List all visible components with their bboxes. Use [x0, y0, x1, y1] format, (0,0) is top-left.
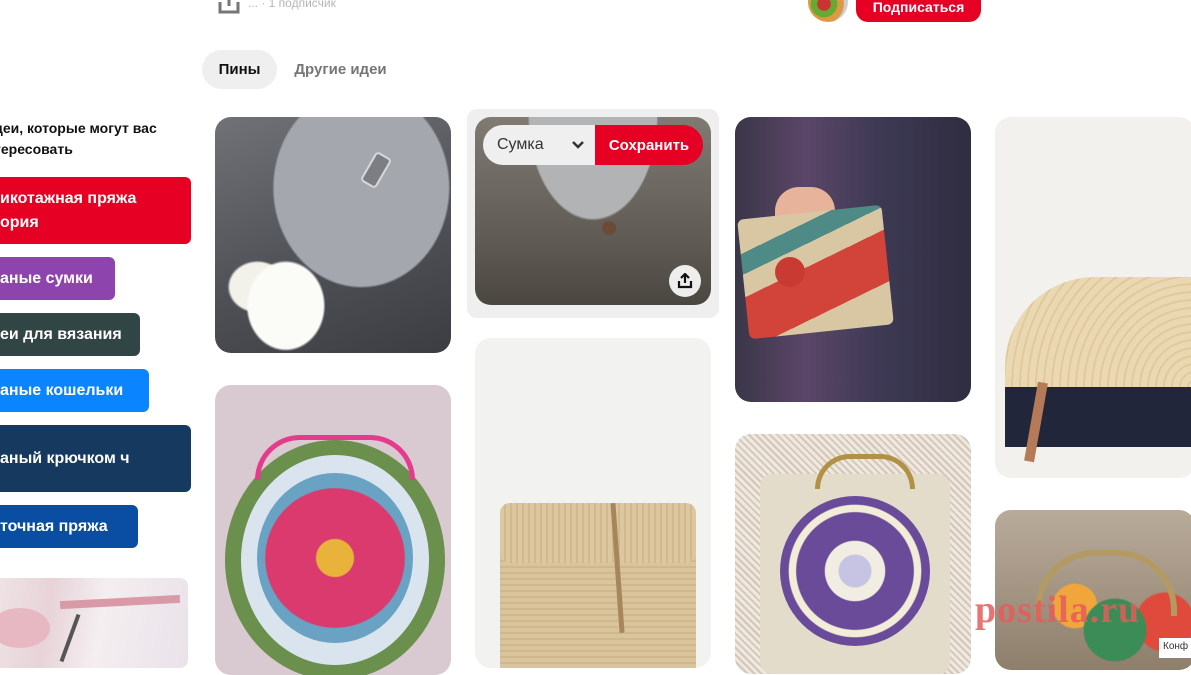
watermark: postila.ru — [975, 589, 1141, 631]
sidebar-thumbnail[interactable] — [0, 578, 188, 668]
knit-stripe — [59, 594, 181, 610]
pompom — [775, 257, 805, 287]
corner-label[interactable]: Конф — [1159, 638, 1191, 658]
clutch-flap — [1005, 277, 1191, 387]
chip-label: икотажная пряжа ория — [0, 189, 137, 231]
save-button[interactable]: Сохранить — [595, 125, 703, 165]
chip-label: аные сумки — [0, 269, 93, 287]
pin-raffia-clutch[interactable] — [735, 117, 971, 402]
chip-label: точная пряжа — [0, 517, 108, 535]
clutch — [737, 204, 894, 340]
sidebar-chip-knit-bags[interactable]: аные сумки — [0, 257, 115, 300]
tab-more-ideas[interactable]: Другие идеи — [283, 50, 398, 89]
sidebar-chip-knit-wallets[interactable]: аные кошельки — [0, 369, 149, 412]
pin-grey-crochet-clutch[interactable] — [215, 117, 451, 353]
pin-straw-clutch[interactable] — [995, 117, 1191, 478]
chip-label: аный крючком ч — [0, 449, 130, 467]
yarn-ball — [0, 608, 50, 648]
sidebar-chip-knit-yarn[interactable]: икотажная пряжа ория — [0, 177, 191, 244]
board-select[interactable]: Сумка — [483, 125, 595, 165]
crochet-flower — [257, 473, 413, 643]
share-icon[interactable] — [218, 0, 240, 14]
bag-flap — [500, 503, 696, 563]
board-select-value: Сумка — [497, 136, 544, 153]
sidebar-heading: деи, которые могут вас тересовать — [0, 120, 157, 157]
followers-count: ... · 1 подписчик — [248, 0, 336, 10]
purse-frame — [255, 435, 415, 480]
bag-button — [602, 221, 616, 235]
follow-button[interactable]: Подписаться — [856, 0, 981, 22]
sidebar-chip-yarn[interactable]: точная пряжа — [0, 505, 138, 548]
clasp — [359, 150, 393, 190]
pin-granny-square-purse[interactable] — [735, 434, 971, 674]
pin-raffia-envelope-bag[interactable] — [475, 338, 711, 668]
sidebar-chip-knitting-ideas[interactable]: еи для вязания — [0, 313, 140, 356]
pin-flower-coin-purse[interactable] — [215, 385, 451, 675]
crochet-flower — [780, 496, 930, 646]
purse-frame — [815, 454, 915, 489]
chevron-down-icon — [572, 141, 584, 149]
chip-label: еи для вязания — [0, 325, 122, 343]
crochet-hook — [59, 613, 81, 663]
tab-pins[interactable]: Пины — [202, 50, 277, 89]
share-icon[interactable] — [669, 265, 701, 297]
chip-label: аные кошельки — [0, 381, 124, 399]
sidebar-chip-crochet[interactable]: аный крючком ч — [0, 425, 191, 492]
avatar[interactable] — [808, 0, 848, 22]
